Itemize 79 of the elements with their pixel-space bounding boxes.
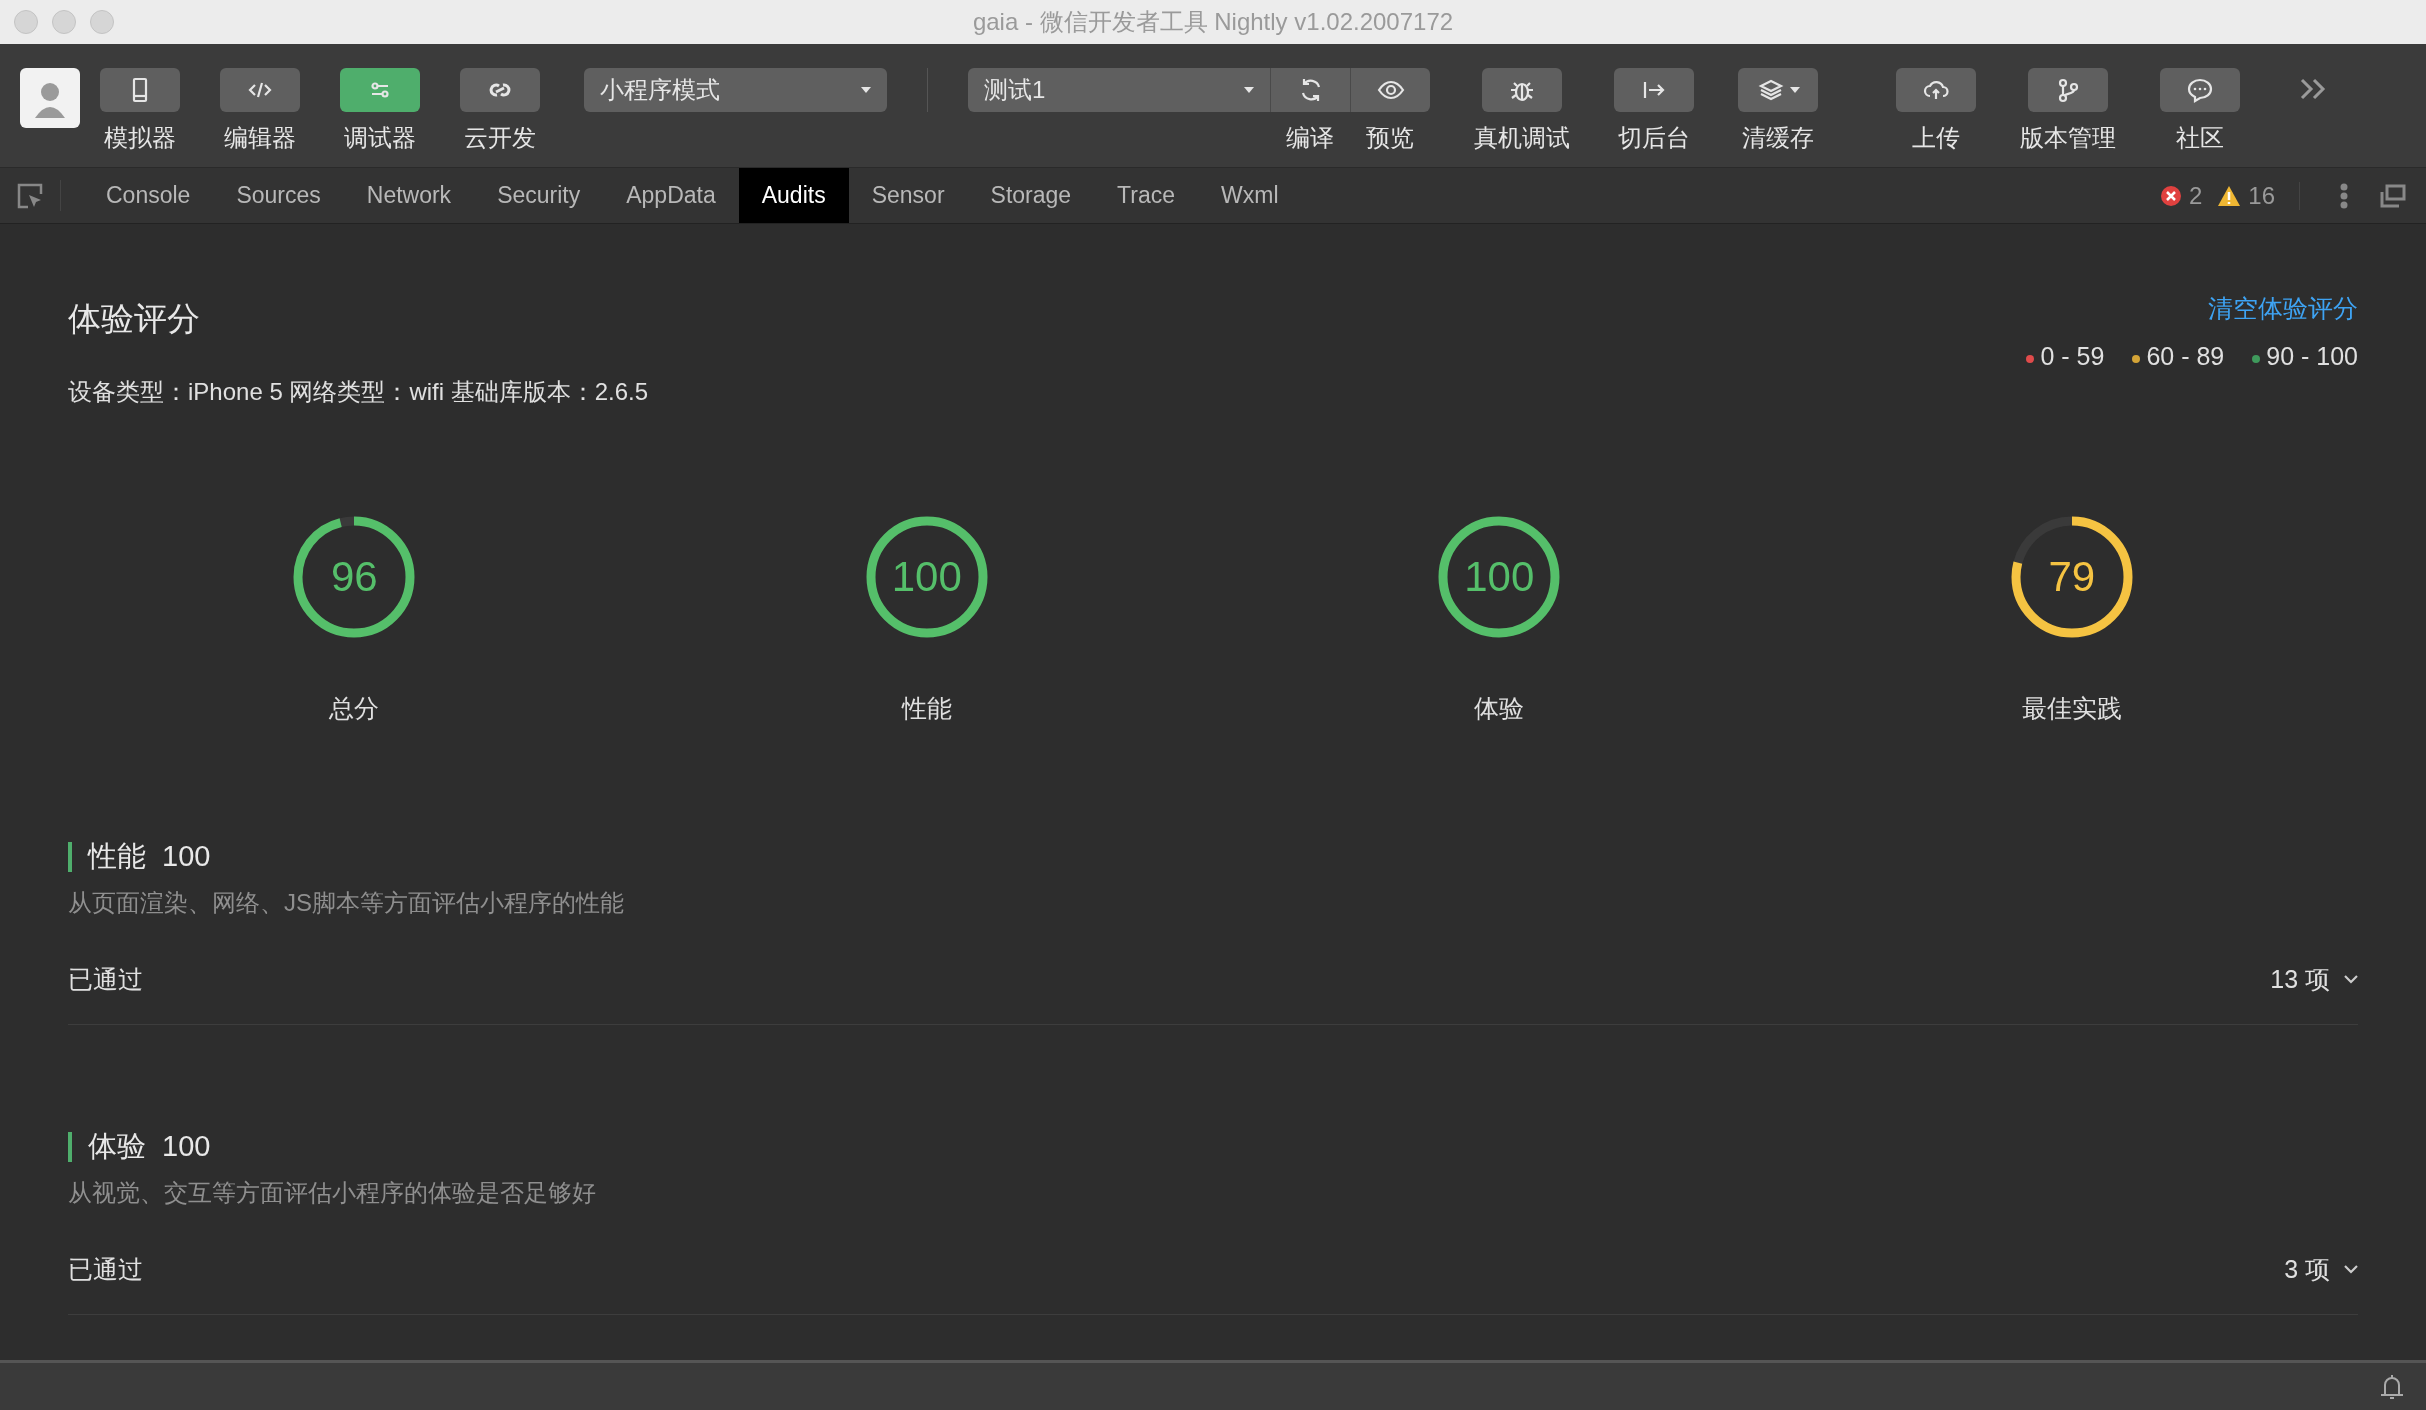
score-value: 96 — [330, 552, 378, 602]
toolbar-label: 预览 — [1366, 123, 1414, 153]
caret-icon — [861, 87, 871, 93]
more-vertical-icon[interactable] — [2340, 182, 2348, 209]
notification-bell-icon[interactable] — [2380, 1373, 2404, 1400]
inspect-icon[interactable] — [16, 181, 44, 210]
toolbar-button[interactable] — [2160, 68, 2240, 112]
legend-range: 60 - 89 — [2146, 340, 2225, 372]
toolbar-button[interactable] — [220, 68, 300, 112]
legend-range: 90 - 100 — [2266, 340, 2358, 372]
section-title: 体验 — [88, 1129, 146, 1164]
toolbar-label: 编译 — [1286, 123, 1334, 153]
toolbar-button[interactable] — [1350, 68, 1430, 112]
toolbar-button[interactable] — [1896, 68, 1976, 112]
toolbar-label: 编辑器 — [224, 123, 296, 153]
toolbar-button[interactable] — [1270, 68, 1350, 112]
compile-dropdown[interactable]: 测试1 — [968, 68, 1270, 112]
score-category: 最佳实践 — [2021, 692, 2122, 724]
clear-scores-link[interactable]: 清空体验评分 — [2208, 290, 2358, 328]
toolbar-label: 切后台 — [1618, 123, 1690, 153]
caret-icon — [1790, 87, 1800, 93]
devtools-tab[interactable]: Sources — [213, 168, 344, 223]
toolbar-button[interactable] — [1482, 68, 1562, 112]
score-category: 总分 — [329, 692, 380, 724]
passed-label: 已通过 — [68, 1253, 143, 1285]
devtools-tab[interactable]: Security — [474, 168, 604, 223]
devtools-tab[interactable]: Wxml — [1198, 168, 1302, 223]
score-category: 性能 — [901, 692, 952, 724]
section-title: 性能 — [88, 839, 146, 874]
devtools-tab[interactable]: Storage — [967, 168, 1095, 223]
mode-dropdown[interactable]: 小程序模式 — [584, 68, 887, 112]
more-icon[interactable] — [2300, 78, 2326, 100]
expand-toggle[interactable]: 13 项 — [2270, 960, 2358, 998]
gauge-track — [339, 516, 355, 527]
toolbar-button[interactable] — [460, 68, 540, 112]
toolbar-button[interactable] — [2028, 68, 2108, 112]
toolbar-label: 调试器 — [344, 123, 416, 153]
accent-bar — [68, 841, 72, 872]
toolbar-label: 社区 — [2176, 123, 2224, 153]
toolbar-label: 上传 — [1912, 123, 1960, 153]
chevron-down-icon — [2344, 1264, 2358, 1274]
device-info: 设备类型：iPhone 5 网络类型：wifi 基础库版本：2.6.5 — [68, 376, 649, 407]
devtools-tab[interactable]: AppData — [603, 168, 739, 223]
expand-toggle[interactable]: 3 项 — [2284, 1250, 2358, 1288]
warning-count: 16 — [2248, 180, 2275, 211]
toolbar-label: 模拟器 — [104, 123, 176, 153]
page-title: 体验评分 — [68, 299, 201, 339]
toolbar-label: 版本管理 — [2020, 123, 2116, 153]
devtools-tab[interactable]: Audits — [738, 168, 849, 223]
section-description: 从视觉、交互等方面评估小程序的体验是否足够好 — [68, 1177, 597, 1208]
score-value: 100 — [891, 552, 962, 602]
score-value: 100 — [1464, 552, 1535, 602]
score-value: 79 — [2048, 552, 2096, 602]
caret-icon — [1244, 87, 1254, 93]
section-description: 从页面渲染、网络、JS脚本等方面评估小程序的性能 — [68, 887, 625, 918]
toolbar-label: 真机调试 — [1474, 123, 1570, 153]
gauge-track — [2013, 516, 2073, 564]
toolbar-label: 云开发 — [464, 123, 536, 153]
devtools-tab[interactable]: Console — [83, 168, 214, 223]
passed-label: 已通过 — [68, 963, 143, 995]
devtools-tab[interactable]: Network — [343, 168, 475, 223]
error-icon — [2160, 185, 2181, 206]
avatar[interactable] — [20, 68, 80, 128]
toolbar-button[interactable] — [1738, 68, 1818, 112]
error-count: 2 — [2188, 180, 2203, 211]
legend-range: 0 - 59 — [2040, 340, 2105, 372]
chevron-down-icon — [2344, 974, 2358, 984]
section-score: 100 — [162, 1129, 211, 1164]
score-category: 体验 — [1474, 692, 1525, 724]
warning-icon — [2218, 185, 2241, 206]
toolbar-label: 清缓存 — [1742, 123, 1814, 153]
toolbar-button[interactable] — [1614, 68, 1694, 112]
devtools-tab[interactable]: Trace — [1094, 168, 1199, 223]
undock-icon[interactable] — [2380, 183, 2406, 208]
section-score: 100 — [162, 839, 211, 874]
accent-bar — [68, 1131, 72, 1162]
toolbar-button[interactable] — [100, 68, 180, 112]
devtools-tab[interactable]: Sensor — [848, 168, 968, 223]
window-title: gaia - 微信开发者工具 Nightly v1.02.2007172 — [972, 7, 1454, 37]
